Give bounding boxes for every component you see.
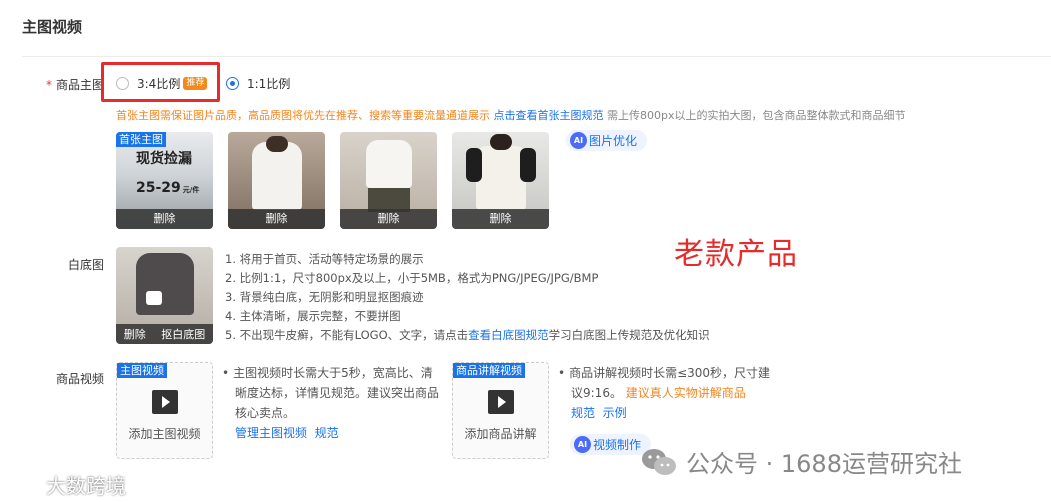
rule-item: 2. 比例1:1，尺寸800px及以上，小于5MB，格式为PNG/JPEG/JP… [225,271,599,285]
add-explain-video-box[interactable]: 商品讲解视频 添加商品讲解 [452,362,549,459]
bottom-watermark: 大数跨境 [8,470,126,499]
video-make-button[interactable]: AI 视频制作 [570,434,652,455]
main-video-rule-link[interactable]: 规范 [315,426,339,440]
cutout-white-bg-button[interactable]: 抠白底图 [161,326,205,342]
delete-button[interactable]: 删除 [452,209,549,229]
video-label: 商品视频 [55,372,104,386]
section-title: 主图视频 [22,18,83,36]
delete-button[interactable]: 删除 [340,209,437,229]
ai-icon: AI [574,436,591,453]
watermark-text: 公众号 · 1688运营研究社 [686,450,962,478]
rule-item: 1. 将用于首页、活动等特定场景的展示 [225,252,424,266]
delete-button[interactable]: 删除 [124,326,146,342]
ai-icon: AI [570,132,587,149]
white-bg-rule-link[interactable]: 查看白底图规范 [468,328,549,342]
manage-main-video-link[interactable]: 管理主图视频 [235,426,307,440]
film-icon [152,390,178,414]
logo-icon [8,475,40,494]
rule-item: 5. 不出现牛皮癣，不能有LOGO、文字，请点击查看白底图规范学习白底图上传规范… [225,328,710,342]
delete-button[interactable]: 删除 [228,209,325,229]
explain-video-tip: • 商品讲解视频时长需≤300秒，尺寸建 议9:16。 建议真人实物讲解商品 规范… [558,366,771,420]
main-image-tip: 首张主图需保证图片品质，高品质图将优先在推荐、搜索等重要流量通道展示 点击查看首… [116,109,906,122]
rule-item: 4. 主体清晰，展示完整，不要拼图 [225,309,401,323]
add-main-video-box[interactable]: 主图视频 添加主图视频 [116,362,213,459]
main-image-thumb-1[interactable]: 现货捡漏 25-29 元/件 首张主图 删除 [116,132,213,229]
explain-video-example-link[interactable]: 示例 [603,406,627,420]
recommend-badge: 推荐 [183,77,208,90]
rule-item: 3. 背景纯白底，无阴影和明显抠图痕迹 [225,290,424,304]
radio-circle[interactable] [116,77,129,90]
main-video-badge: 主图视频 [117,363,167,378]
main-video-tip: • 主图视频时长需大于5秒，宽高比、清 晰度达标，详情见规范。建议突出商品 核心卖… [222,366,440,440]
white-bg-label: 白底图 [67,258,104,272]
ratio-1-1-radio[interactable]: 1:1比例 [226,75,290,92]
page: 主图视频 * 商品主图 3:4比例 推荐 1:1比例 首张主图需保证图片品质，高品… [0,0,1051,502]
main-image-rule-link[interactable]: 点击查看首张主图规范 [494,109,604,122]
film-icon [488,390,514,414]
add-main-video-text: 添加主图视频 [128,427,201,441]
explain-video-badge: 商品讲解视频 [453,363,525,378]
ratio-3-4-radio[interactable]: 3:4比例 推荐 [116,75,208,92]
divider [22,56,1051,57]
wechat-icon [642,448,676,475]
image-optimize-button[interactable]: AI 图片优化 [566,130,648,151]
first-image-badge: 首张主图 [116,132,166,147]
main-image-thumb-3[interactable]: 删除 [340,132,437,229]
main-image-thumb-2[interactable]: 删除 [228,132,325,229]
wechat-watermark: 公众号 · 1688运营研究社 [640,444,962,479]
white-bg-thumb[interactable]: 删除 抠白底图 [116,247,213,344]
main-image-label: * 商品主图 [45,78,104,92]
delete-button[interactable]: 删除 [116,209,213,229]
main-image-thumb-4[interactable]: 删除 [452,132,549,229]
thumb-overlay-text: 现货捡漏 [136,151,192,167]
add-explain-video-text: 添加商品讲解 [464,427,537,441]
white-bg-rules: 1. 将用于首页、活动等特定场景的展示 2. 比例1:1，尺寸800px及以上，… [225,250,710,345]
explain-video-rule-link[interactable]: 规范 [571,406,595,420]
thumb-price: 25-29 元/件 [136,180,200,196]
watermark2-text: 大数跨境 [46,474,126,498]
radio-circle-selected[interactable] [226,77,239,90]
